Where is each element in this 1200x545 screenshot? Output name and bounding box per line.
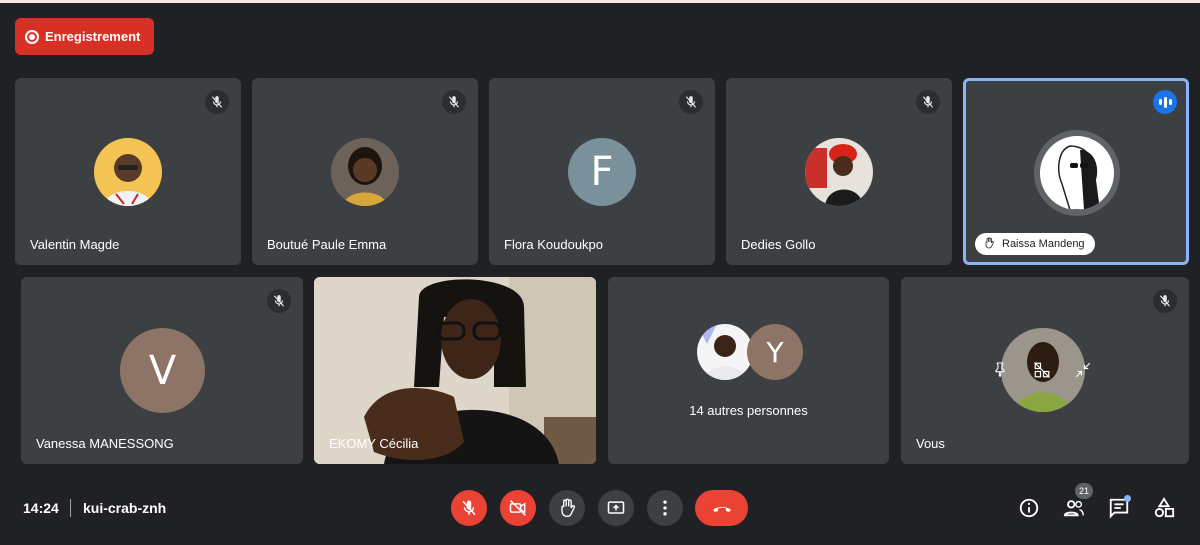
more-options-button[interactable] [647, 490, 683, 526]
unread-indicator [1124, 495, 1131, 502]
activities-icon [1154, 497, 1175, 518]
remove-tile-icon[interactable] [1033, 361, 1051, 384]
mic-off-icon [205, 90, 229, 114]
others-tile[interactable]: Y 14 autres personnes [608, 277, 889, 464]
leave-call-button[interactable] [695, 490, 748, 526]
participant-name: EKOMY Cécilia [329, 436, 419, 451]
participant-tile-active-speaker[interactable]: Raissa Mandeng [963, 78, 1189, 265]
participant-video-tile[interactable]: EKOMY Cécilia [314, 277, 596, 464]
more-options-icon [663, 500, 667, 516]
participant-name: Flora Koudoukpo [504, 237, 604, 252]
raise-hand-icon [983, 236, 995, 252]
participant-name-pill: Raissa Mandeng [975, 233, 1095, 255]
divider [70, 499, 71, 517]
self-tile[interactable]: Vous [901, 277, 1189, 464]
avatar-initial: V [120, 328, 205, 413]
people-icon [1063, 500, 1084, 517]
mic-off-icon [442, 90, 466, 114]
recording-badge[interactable]: Enregistrement [15, 18, 154, 55]
mic-off-icon [1153, 289, 1177, 313]
meeting-code: kui-crab-znh [83, 500, 167, 516]
participant-name: Vanessa MANESSONG [36, 436, 174, 451]
hang-up-icon [712, 507, 731, 512]
meeting-time: 14:24 [23, 500, 59, 516]
participant-name: Dedies Gollo [741, 237, 816, 252]
top-accent-line [0, 0, 1200, 3]
others-count-label: 14 autres personnes [689, 403, 808, 418]
participant-name: Raissa Mandeng [1002, 238, 1085, 250]
participant-tile[interactable]: Boutué Paule Emma [252, 78, 478, 265]
record-icon [25, 29, 39, 44]
people-count-badge: 21 [1075, 483, 1093, 499]
avatar [331, 138, 399, 206]
avatar [1034, 130, 1120, 216]
recording-label: Enregistrement [45, 29, 141, 44]
participant-tile[interactable]: V Vanessa MANESSONG [21, 277, 303, 464]
camera-off-icon [509, 499, 527, 517]
participant-tile[interactable]: Valentin Magde [15, 78, 241, 265]
people-button[interactable] [1062, 496, 1086, 520]
present-screen-button[interactable] [598, 490, 634, 526]
mic-off-icon [679, 90, 703, 114]
mic-off-icon [267, 289, 291, 313]
avatar-initial: F [568, 138, 636, 206]
toggle-mic-button[interactable] [451, 490, 487, 526]
mic-off-icon [916, 90, 940, 114]
pin-icon[interactable] [992, 361, 1008, 382]
participant-name: Boutué Paule Emma [267, 237, 387, 252]
mic-off-icon [462, 500, 476, 516]
avatar [697, 324, 753, 380]
avatar-initial: Y [747, 324, 803, 380]
present-screen-icon [607, 501, 625, 514]
activities-button[interactable] [1152, 496, 1176, 520]
info-icon [1019, 498, 1039, 518]
participant-name: Vous [916, 436, 945, 451]
raise-hand-icon [561, 498, 575, 517]
meeting-details-button[interactable] [1017, 496, 1041, 520]
raise-hand-button[interactable] [549, 490, 585, 526]
toggle-camera-button[interactable] [500, 490, 536, 526]
bottom-toolbar: 14:24 kui-crab-znh 21 [0, 472, 1200, 545]
avatar [805, 138, 873, 206]
participant-tile[interactable]: F Flora Koudoukpo [489, 78, 715, 265]
participant-name: Valentin Magde [30, 237, 120, 252]
minimize-icon[interactable] [1074, 361, 1092, 384]
avatar [94, 138, 162, 206]
participant-tile[interactable]: Dedies Gollo [726, 78, 952, 265]
audio-level-icon [1153, 90, 1177, 114]
